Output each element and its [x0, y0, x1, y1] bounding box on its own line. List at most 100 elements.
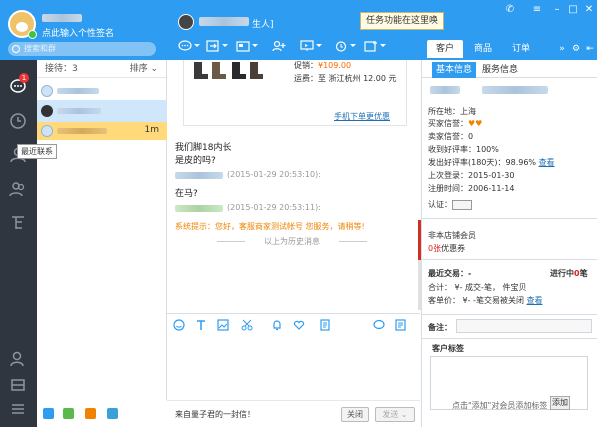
present-tool[interactable]: [300, 40, 322, 54]
shake-button[interactable]: [271, 319, 283, 331]
group-icon: [9, 182, 25, 197]
send-button[interactable]: 发送 ⌄: [375, 407, 415, 422]
task-icon: [364, 41, 377, 52]
customer-info-panel: 基本信息 服务信息 所在地：上海 买家信誉：♥♥ 卖家信誉：0 收到好评率：10…: [421, 60, 597, 427]
app-icon[interactable]: [107, 408, 118, 419]
input-toolbar: [167, 313, 420, 335]
view-closed-link[interactable]: 查看: [527, 296, 543, 305]
chat-contact-avatar[interactable]: [178, 14, 194, 30]
close-button[interactable]: 关闭: [341, 407, 369, 422]
collapse-icon[interactable]: ⇤: [584, 40, 596, 58]
chevron-down-icon: [380, 44, 386, 47]
more-tabs-icon[interactable]: »: [556, 40, 568, 58]
app-icon[interactable]: [63, 408, 74, 419]
mobile-order-link[interactable]: 手机下单更优惠: [334, 111, 390, 122]
chat-bubble-tool[interactable]: [178, 40, 200, 54]
promo-link[interactable]: 来自量子君的一封信！: [175, 409, 255, 420]
history-button[interactable]: [395, 319, 407, 331]
tree-icon: [12, 216, 24, 229]
tab-service-info[interactable]: 服务信息: [480, 62, 520, 78]
contact-name-blurred: [57, 108, 101, 114]
smile-icon: [173, 319, 185, 331]
tab-basic-info[interactable]: 基本信息: [432, 62, 476, 78]
alarm-tool[interactable]: [334, 40, 356, 54]
contact-item[interactable]: [37, 82, 167, 100]
history-divider: 以上为历史消息: [207, 236, 377, 247]
product-card[interactable]: 促销：¥109.00 运费：至 浙江杭州 12.00 元 手机下单更优惠: [183, 60, 407, 126]
signature-text[interactable]: 点此输入个性签名: [42, 26, 114, 39]
transfer-tool[interactable]: [206, 40, 228, 54]
app-icon[interactable]: [85, 408, 96, 419]
message-meta: (2015-01-29 20:53:10):: [227, 170, 321, 179]
image-button[interactable]: [217, 319, 229, 331]
file-button[interactable]: [319, 319, 331, 331]
font-icon: [197, 320, 205, 330]
message-input[interactable]: [167, 335, 420, 400]
task-tool[interactable]: [364, 40, 386, 54]
close-icon[interactable]: ✕: [582, 4, 596, 16]
emoji-button[interactable]: [173, 319, 185, 331]
divider: [422, 314, 597, 315]
recent-contacts-tooltip: 最近联系: [17, 144, 57, 159]
chat-contact-name-suffix: 生人]: [252, 20, 274, 30]
info-subtabs: 基本信息 服务信息: [422, 60, 597, 78]
info-location: 所在地：上海: [428, 107, 476, 116]
minimize-icon[interactable]: –: [550, 4, 564, 16]
chat-footer: 来自量子君的一封信！ 关闭 发送 ⌄: [167, 400, 420, 427]
app-icon[interactable]: [43, 408, 54, 419]
favorite-button[interactable]: [293, 319, 305, 331]
contact-list: 接待：3 排序 ⌄ 1m: [37, 60, 167, 400]
sort-dropdown[interactable]: 排序 ⌄: [130, 60, 158, 78]
message-text: 我们脚18内长: [175, 143, 232, 153]
contact-time: 1m: [144, 125, 160, 135]
note-label: 备注：: [428, 323, 452, 332]
phone-icon[interactable]: ✆: [503, 4, 517, 16]
rail-recent[interactable]: [9, 112, 27, 130]
customer-name-blurred: [430, 86, 460, 94]
info-register-time: 注册时间：2006-11-14: [428, 184, 515, 193]
recent-trade: 最近交易：-: [428, 269, 472, 278]
alarm-icon: [335, 41, 347, 52]
rail-tree[interactable]: [9, 214, 27, 232]
settings-icon[interactable]: ⚙: [570, 40, 582, 58]
search-input[interactable]: 搜索和群: [8, 42, 156, 56]
contact-item-selected[interactable]: 1m: [37, 122, 167, 140]
contact-avatar: [41, 105, 53, 117]
tab-order[interactable]: 订单: [503, 40, 539, 58]
add-friend-tool[interactable]: [272, 40, 294, 54]
trade-total: 合计： ¥- 成交-笔， 件宝贝: [428, 283, 527, 292]
reception-count: 接待：3: [45, 64, 78, 74]
message-count-badge: 1: [19, 73, 29, 83]
add-user-icon: [272, 40, 286, 52]
chevron-down-icon: [222, 44, 228, 47]
contact-name-blurred: [57, 128, 107, 134]
screenshot-button[interactable]: [241, 319, 253, 331]
divider: [422, 218, 597, 219]
info-seller-credit: 卖家信誉：0: [428, 132, 474, 141]
chevron-down-icon: [194, 44, 200, 47]
coupon-count: 0张优惠券: [428, 244, 466, 253]
menu-icon[interactable]: ≡: [530, 4, 544, 16]
screen-tool[interactable]: [236, 40, 258, 54]
scissors-icon: [241, 319, 253, 331]
view-rate-link[interactable]: 查看: [539, 158, 555, 167]
font-button[interactable]: [195, 319, 207, 331]
message-meta: (2015-01-29 20:53:11):: [227, 203, 321, 212]
tab-customer[interactable]: 客户: [427, 40, 463, 58]
contact-name-blurred: [57, 88, 99, 94]
quick-reply-button[interactable]: [373, 319, 385, 331]
product-image: [194, 62, 263, 79]
rail-menu[interactable]: [9, 400, 27, 418]
maximize-icon[interactable]: □: [566, 4, 580, 16]
contact-item[interactable]: [37, 100, 167, 122]
divider: [422, 338, 597, 339]
rail-user-settings[interactable]: [9, 350, 27, 368]
rail-groups[interactable]: [9, 180, 27, 198]
add-tag-button[interactable]: 添加: [550, 396, 570, 410]
tab-product[interactable]: 商品: [465, 40, 501, 58]
rail-storage[interactable]: [9, 376, 27, 394]
user-settings-icon: [10, 351, 24, 367]
sender-name-blurred: [175, 205, 223, 212]
note-input[interactable]: [456, 319, 592, 333]
screen-icon: [236, 41, 250, 52]
